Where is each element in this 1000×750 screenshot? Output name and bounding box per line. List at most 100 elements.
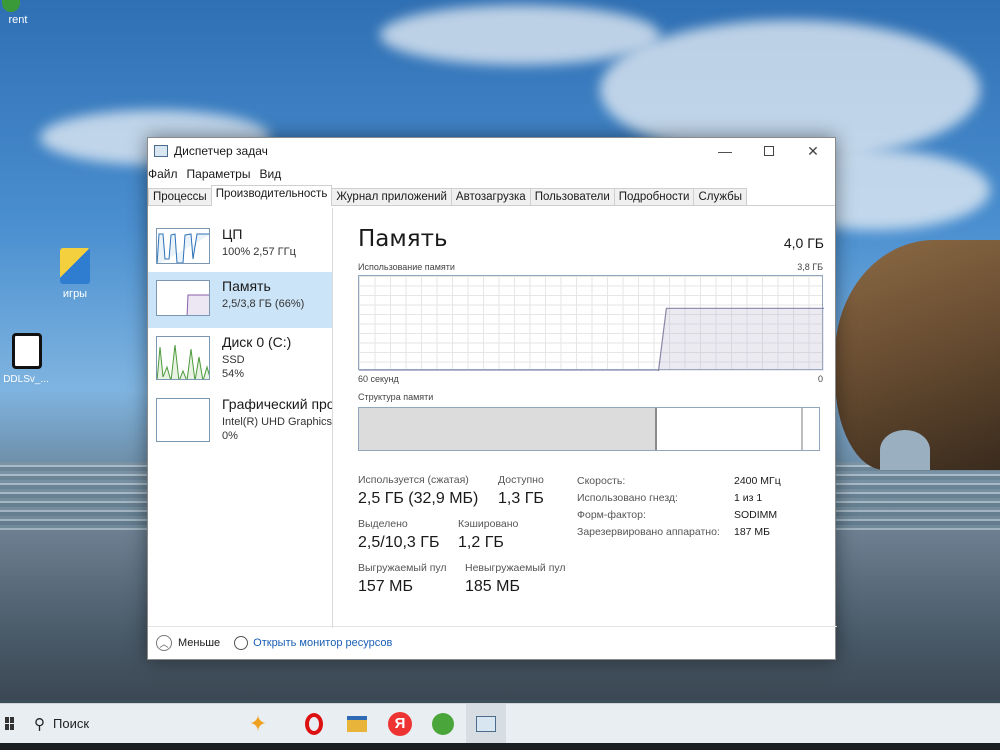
detail-value: SODIMM: [734, 509, 778, 521]
taskbar-opera[interactable]: [294, 704, 334, 744]
minimize-button[interactable]: —: [703, 138, 747, 164]
title-bar[interactable]: Диспетчер задач — ✕: [148, 138, 835, 164]
tab-processes[interactable]: Процессы: [148, 188, 212, 205]
utorrent-icon: [2, 0, 20, 12]
taskbar-task-manager[interactable]: [466, 703, 506, 744]
structure-in-use: [359, 408, 657, 450]
folder-shortcut-icon: [60, 248, 90, 284]
stat-label: Используется (сжатая): [358, 474, 469, 486]
taskbar-search[interactable]: ⚲ Поиск: [20, 704, 210, 744]
taskbar-utorrent[interactable]: [423, 704, 463, 744]
detail-key: Использовано гнезд:: [577, 492, 678, 504]
close-button[interactable]: ✕: [791, 138, 835, 164]
resource-name: Графический процессор 0: [222, 396, 332, 412]
performance-content: ЦП 100% 2,57 ГГц Память 2,5/3,8 ГБ (66%): [148, 208, 837, 628]
tab-details[interactable]: Подробности: [613, 188, 695, 205]
desktop-icon-label: DDLSv_...: [3, 374, 49, 385]
stat-available: Доступно 1,3 ГБ: [498, 474, 544, 508]
memory-structure-bar: [358, 407, 820, 451]
menu-file[interactable]: Файл: [148, 167, 181, 181]
search-highlights-button[interactable]: ✦: [238, 704, 278, 744]
cpu-thumbnail-graph: [156, 228, 210, 264]
resource-sub: 100% 2,57 ГГц: [222, 246, 296, 258]
opera-icon: [305, 712, 323, 735]
structure-label: Структура памяти: [358, 392, 434, 402]
detail-row: Форм-фактор:: [577, 509, 646, 521]
detail-value: 2400 МГц: [734, 475, 781, 487]
tab-services[interactable]: Службы: [693, 188, 748, 205]
usage-area: [359, 308, 824, 371]
tab-users[interactable]: Пользователи: [529, 188, 615, 205]
disk-thumbnail-graph: [156, 336, 210, 380]
desktop-icon-ddl[interactable]: DDLSv_...: [0, 333, 50, 385]
menu-view[interactable]: Вид: [259, 167, 284, 181]
task-manager-icon: [154, 145, 168, 157]
resource-sub: SSD: [222, 354, 245, 366]
detail-row: Зарезервировано аппаратно:: [577, 526, 720, 538]
detail-row: Скорость:: [577, 475, 625, 487]
stat-label: Выделено: [358, 518, 408, 530]
utorrent-icon: [432, 712, 454, 735]
stat-label: Доступно: [498, 474, 544, 486]
memory-usage-graph: [358, 275, 824, 371]
taskbar-file-explorer[interactable]: [337, 704, 377, 744]
detail-key: Зарезервировано аппаратно:: [577, 526, 720, 538]
desktop-icon-label: игры: [62, 288, 88, 300]
resource-disk[interactable]: Диск 0 (C:) SSD 54%: [148, 328, 332, 388]
resource-sub: Intel(R) UHD Graphics 6: [222, 416, 333, 428]
resource-monitor-icon: [234, 636, 249, 650]
stat-value: 157 МБ: [358, 578, 413, 595]
menu-bar: Файл Параметры Вид: [148, 164, 835, 184]
tab-strip: Процессы Производительность Журнал прило…: [148, 184, 835, 206]
resource-sub: 2,5/3,8 ГБ (66%): [222, 298, 305, 310]
graph-axis-left: 60 секунд: [358, 374, 399, 384]
resource-sub2: 54%: [222, 368, 245, 380]
resource-name: Память: [222, 278, 271, 294]
folder-icon: [347, 715, 367, 732]
task-manager-window: Диспетчер задач — ✕ Файл Параметры Вид П…: [147, 137, 837, 660]
taskbar-yandex[interactable]: Я: [380, 704, 420, 744]
fewer-details-button[interactable]: Меньше: [178, 637, 220, 649]
detail-key: Форм-фактор:: [577, 509, 646, 521]
stat-label: Выгружаемый пул: [358, 562, 447, 574]
detail-value: 187 МБ: [734, 526, 771, 538]
open-resource-monitor-link[interactable]: Открыть монитор ресурсов: [253, 637, 392, 649]
desktop-icon-torrent[interactable]: rent: [0, 0, 50, 28]
cloud: [380, 5, 660, 65]
sparkle-icon: ✦: [248, 710, 268, 736]
stat-label: Кэшировано: [458, 518, 519, 530]
tab-app-history[interactable]: Журнал приложений: [331, 188, 452, 205]
resource-gpu[interactable]: Графический процессор 0 Intel(R) UHD Gra…: [148, 390, 333, 450]
windows-logo-icon: [5, 716, 14, 730]
task-manager-icon: [476, 715, 496, 732]
chevron-up-icon[interactable]: ︿: [156, 635, 172, 651]
desktop-icon-games[interactable]: игры: [35, 248, 115, 300]
stat-paged-pool: Выгружаемый пул 157 МБ: [358, 562, 447, 596]
resource-list: ЦП 100% 2,57 ГГц Память 2,5/3,8 ГБ (66%): [148, 208, 333, 628]
tab-performance[interactable]: Производительность: [210, 185, 333, 206]
resource-memory[interactable]: Память 2,5/3,8 ГБ (66%): [148, 272, 332, 328]
tab-startup[interactable]: Автозагрузка: [450, 188, 531, 205]
cliff-arch: [880, 430, 930, 470]
stat-value: 2,5 ГБ (32,9 МБ): [358, 490, 479, 507]
gpu-thumbnail-graph: [156, 398, 210, 442]
graph-axis-right: 0: [817, 374, 823, 384]
stat-value: 185 МБ: [465, 578, 520, 595]
resource-cpu[interactable]: ЦП 100% 2,57 ГГц: [148, 220, 332, 276]
yandex-icon: Я: [388, 711, 412, 736]
detail-row: Использовано гнезд:: [577, 492, 678, 504]
stat-committed: Выделено 2,5/10,3 ГБ: [358, 518, 439, 552]
resource-name: ЦП: [222, 226, 243, 242]
menu-options[interactable]: Параметры: [187, 167, 254, 181]
stat-value: 1,2 ГБ: [458, 534, 504, 551]
stat-in-use: Используется (сжатая) 2,5 ГБ (32,9 МБ): [358, 474, 478, 508]
window-footer: ︿ Меньше Открыть монитор ресурсов: [148, 626, 837, 659]
start-button[interactable]: [0, 704, 20, 744]
stat-nonpaged-pool: Невыгружаемый пул 185 МБ: [465, 562, 566, 596]
usage-graph-max: 3,8 ГБ: [797, 262, 823, 272]
stat-value: 2,5/10,3 ГБ: [358, 534, 440, 551]
maximize-button[interactable]: [747, 138, 791, 164]
memory-thumbnail-graph: [156, 280, 210, 316]
usage-graph-label: Использование памяти: [358, 262, 455, 272]
taskbar: ⚲ Поиск ✦ Я: [0, 703, 1000, 744]
